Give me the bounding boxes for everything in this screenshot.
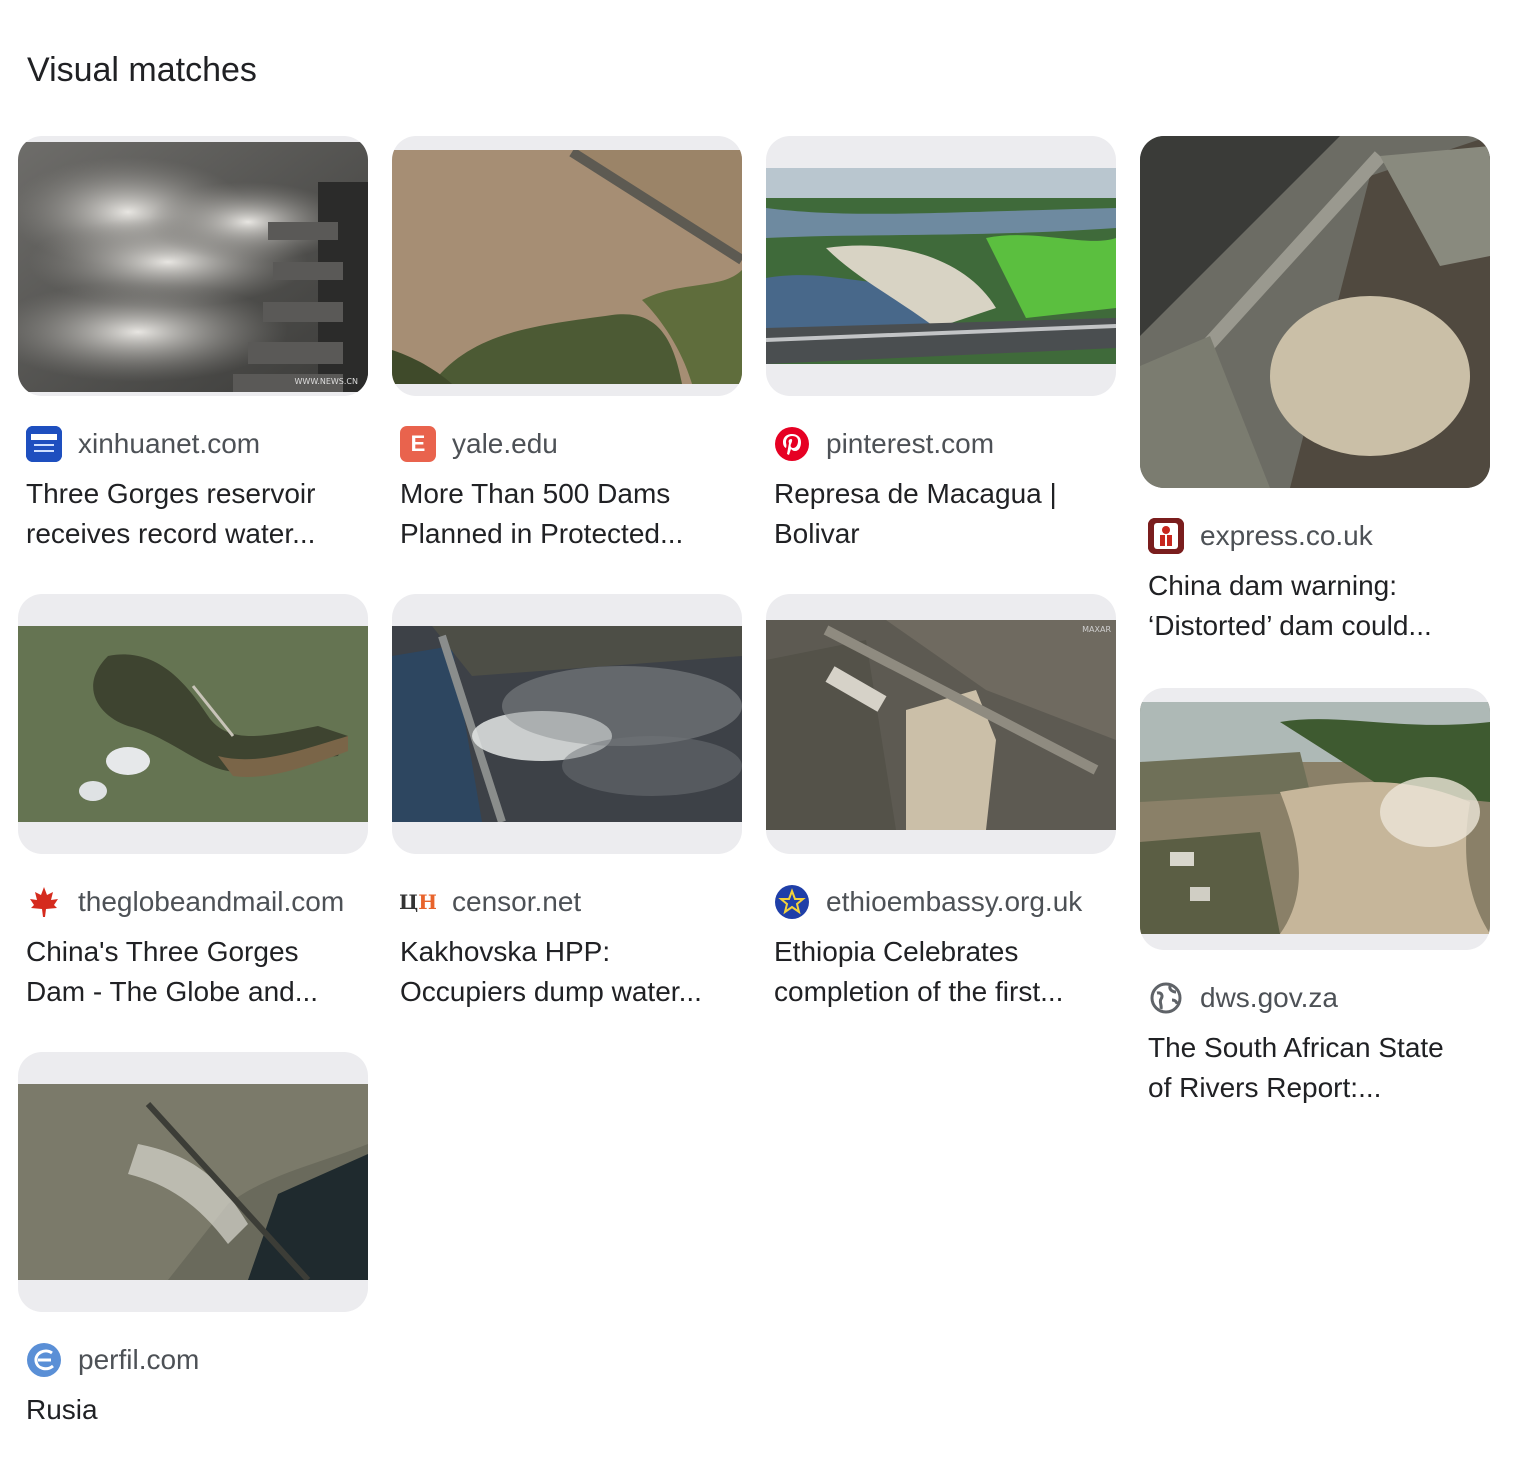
result-thumbnail[interactable]: MAXAR — [766, 594, 1116, 854]
result-title-line: Occupiers dump water... — [400, 976, 702, 1007]
result-site: express.co.uk — [1200, 520, 1373, 551]
flooding-dam-image — [1140, 702, 1490, 934]
result-title[interactable]: Rusia — [18, 1390, 366, 1430]
aerial-dam-landscape-image — [766, 168, 1116, 364]
letter-e-icon: E — [400, 426, 436, 462]
express-crusader-icon — [1148, 518, 1184, 554]
result-thumbnail[interactable] — [392, 136, 742, 396]
result-title-line: More Than 500 Dams — [400, 478, 671, 509]
result-title[interactable]: Represa de Macagua | Bolivar — [766, 474, 1114, 554]
results-column-2: E yale.edu More Than 500 Dams Planned in… — [392, 136, 742, 1012]
result-site: theglobeandmail.com — [78, 886, 345, 917]
result-site: xinhuanet.com — [78, 428, 261, 459]
result-thumbnail[interactable] — [392, 594, 742, 854]
result-title-line: Rusia — [26, 1394, 98, 1425]
result-card-xinhuanet[interactable]: WWW.NEWS.CN xinhuanet.com Three Gorges r… — [18, 136, 368, 554]
result-card-pinterest[interactable]: pinterest.com Represa de Macagua | Boliv… — [766, 136, 1116, 554]
result-title-line: The South African State — [1148, 1032, 1444, 1063]
result-title-line: Bolivar — [774, 518, 860, 549]
globe-icon — [1148, 980, 1184, 1016]
result-thumbnail[interactable] — [18, 1052, 368, 1312]
result-card-censor[interactable]: ЦН censor.net Kakhovska HPP: Occupiers d… — [392, 594, 742, 1012]
result-title[interactable]: Ethiopia Celebrates completion of the fi… — [766, 932, 1114, 1012]
perfil-logo-icon — [26, 1342, 62, 1378]
xinhua-logo-icon — [26, 426, 62, 462]
result-title-line: China dam warning: — [1148, 570, 1398, 601]
maple-leaf-icon — [26, 884, 62, 920]
result-site: yale.edu — [452, 428, 558, 459]
breached-dam-image — [18, 1084, 368, 1280]
result-card-theglobeandmail[interactable]: theglobeandmail.com China's Three Gorges… — [18, 594, 368, 1012]
results-column-1: WWW.NEWS.CN xinhuanet.com Three Gorges r… — [18, 136, 368, 1430]
result-card-yale[interactable]: E yale.edu More Than 500 Dams Planned in… — [392, 136, 742, 554]
result-title[interactable]: China dam warning: ‘Distorted’ dam could… — [1140, 566, 1488, 646]
muddy-river-dam-image — [392, 150, 742, 384]
result-thumbnail[interactable]: WWW.NEWS.CN — [18, 136, 368, 396]
result-site: perfil.com — [78, 1344, 200, 1375]
result-thumbnail[interactable] — [1140, 136, 1490, 488]
aerial-dam-square-image — [1140, 136, 1490, 488]
image-watermark: MAXAR — [1082, 625, 1111, 634]
result-title-line: completion of the first... — [774, 976, 1064, 1007]
dam-spillway-image: WWW.NEWS.CN — [18, 142, 368, 392]
result-site: censor.net — [452, 886, 582, 917]
image-watermark: WWW.NEWS.CN — [295, 377, 359, 386]
satellite-reservoir-image — [18, 626, 368, 822]
result-title-line: receives record water... — [26, 518, 316, 549]
pinterest-icon — [774, 426, 810, 462]
ethiopian-emblem-icon — [774, 884, 810, 920]
result-title-line: Kakhovska HPP: — [400, 936, 611, 967]
result-thumbnail[interactable] — [1140, 688, 1490, 950]
result-title-line: Ethiopia Celebrates — [774, 936, 1019, 967]
favicon-letter: E — [410, 431, 426, 456]
dam-water-release-image — [392, 626, 742, 822]
censor-logo-text: ЦН — [400, 890, 436, 914]
result-title[interactable]: China's Three Gorges Dam - The Globe and… — [18, 932, 366, 1012]
satellite-dam-spillway-image: MAXAR — [766, 620, 1116, 830]
result-thumbnail[interactable] — [18, 594, 368, 854]
censor-logo-icon: ЦН — [400, 884, 436, 920]
result-title-line: Three Gorges reservoir — [26, 478, 316, 509]
result-card-dws[interactable]: dws.gov.za The South African State of Ri… — [1140, 688, 1490, 1108]
result-site: pinterest.com — [826, 428, 995, 459]
result-title[interactable]: The South African State of Rivers Report… — [1140, 1028, 1488, 1108]
result-card-express[interactable]: express.co.uk China dam warning: ‘Distor… — [1140, 136, 1490, 646]
results-column-3: pinterest.com Represa de Macagua | Boliv… — [766, 136, 1116, 1012]
result-site: ethioembassy.org.uk — [826, 886, 1083, 917]
result-thumbnail[interactable] — [766, 136, 1116, 396]
result-title[interactable]: More Than 500 Dams Planned in Protected.… — [392, 474, 740, 554]
result-title[interactable]: Three Gorges reservoir receives record w… — [18, 474, 366, 554]
result-title[interactable]: Kakhovska HPP: Occupiers dump water... — [392, 932, 740, 1012]
result-title-line: of Rivers Report:... — [1148, 1072, 1382, 1103]
result-site: dws.gov.za — [1200, 982, 1338, 1013]
section-heading: Visual matches — [27, 51, 257, 89]
results-column-4: express.co.uk China dam warning: ‘Distor… — [1140, 136, 1490, 1108]
result-title-line: China's Three Gorges — [26, 936, 299, 967]
result-card-perfil[interactable]: perfil.com Rusia — [18, 1052, 368, 1430]
result-title-line: Represa de Macagua | — [774, 478, 1057, 509]
result-title-line: Planned in Protected... — [400, 518, 684, 549]
result-card-ethioembassy[interactable]: MAXAR ethioembassy.org.uk Ethiopia Celeb… — [766, 594, 1116, 1012]
result-title-line: ‘Distorted’ dam could... — [1148, 610, 1432, 641]
result-title-line: Dam - The Globe and... — [26, 976, 319, 1007]
